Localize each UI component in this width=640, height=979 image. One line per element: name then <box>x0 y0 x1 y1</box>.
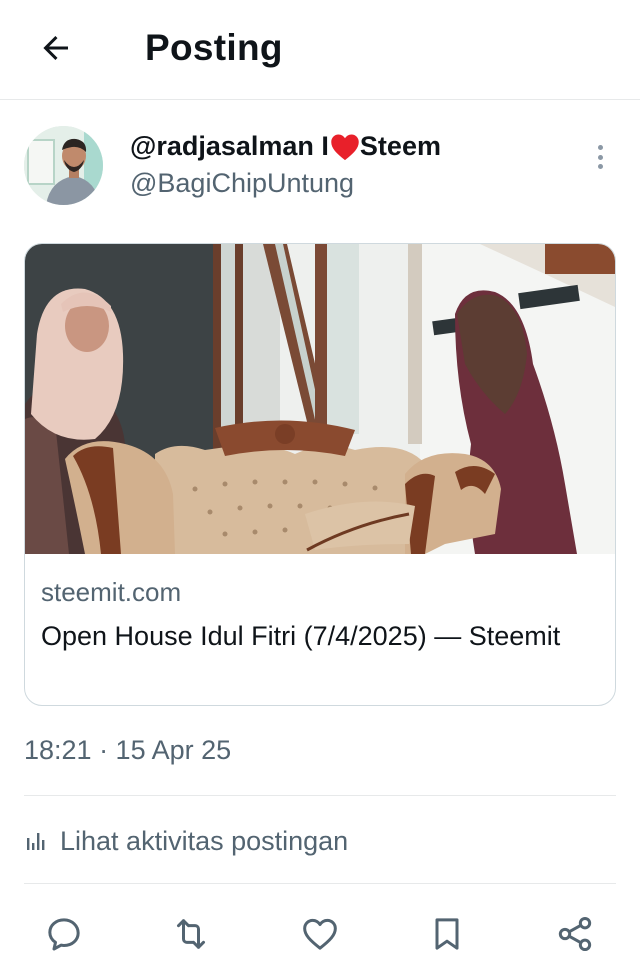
retweet-button[interactable] <box>167 910 215 958</box>
like-icon <box>303 918 337 950</box>
user-handle[interactable]: @BagiChipUntung <box>130 168 354 199</box>
bookmark-icon <box>435 918 459 950</box>
reply-icon <box>48 918 80 951</box>
top-bar: Posting <box>0 0 640 100</box>
card-image <box>25 244 615 554</box>
page-title: Posting <box>145 27 283 68</box>
card-title: Open House Idul Fitri (7/4/2025) — Steem… <box>41 621 561 651</box>
share-button[interactable] <box>551 910 599 958</box>
avatar-photo <box>24 126 103 205</box>
display-name[interactable]: @radjasalman I Steem <box>130 131 441 162</box>
view-post-activity-link[interactable]: Lihat aktivitas postingan <box>24 820 348 862</box>
card-domain: steemit.com <box>41 577 182 607</box>
activity-label: Lihat aktivitas postingan <box>60 825 349 856</box>
divider <box>24 795 616 796</box>
heart-emoji-icon <box>331 134 359 160</box>
back-arrow-icon <box>43 36 68 60</box>
link-card[interactable]: steemit.com Open House Idul Fitri (7/4/2… <box>24 243 616 706</box>
back-button[interactable] <box>34 26 78 70</box>
analytics-icon <box>27 833 45 850</box>
more-options-button[interactable] <box>588 142 612 172</box>
reply-button[interactable] <box>40 910 88 958</box>
like-button[interactable] <box>296 910 344 958</box>
post-timestamp[interactable]: 18:21 · 15 Apr 25 <box>24 735 231 766</box>
divider <box>24 883 616 884</box>
display-name-suffix: Steem <box>359 131 441 161</box>
post-action-bar <box>0 904 640 964</box>
post-author: @radjasalman I Steem @BagiChipUntung <box>24 126 616 210</box>
more-dots-icon <box>597 145 603 150</box>
display-name-text: @radjasalman I <box>130 131 329 161</box>
bookmark-button[interactable] <box>423 910 471 958</box>
avatar[interactable] <box>24 126 103 205</box>
share-icon <box>558 917 592 951</box>
retweet-icon <box>177 919 205 949</box>
